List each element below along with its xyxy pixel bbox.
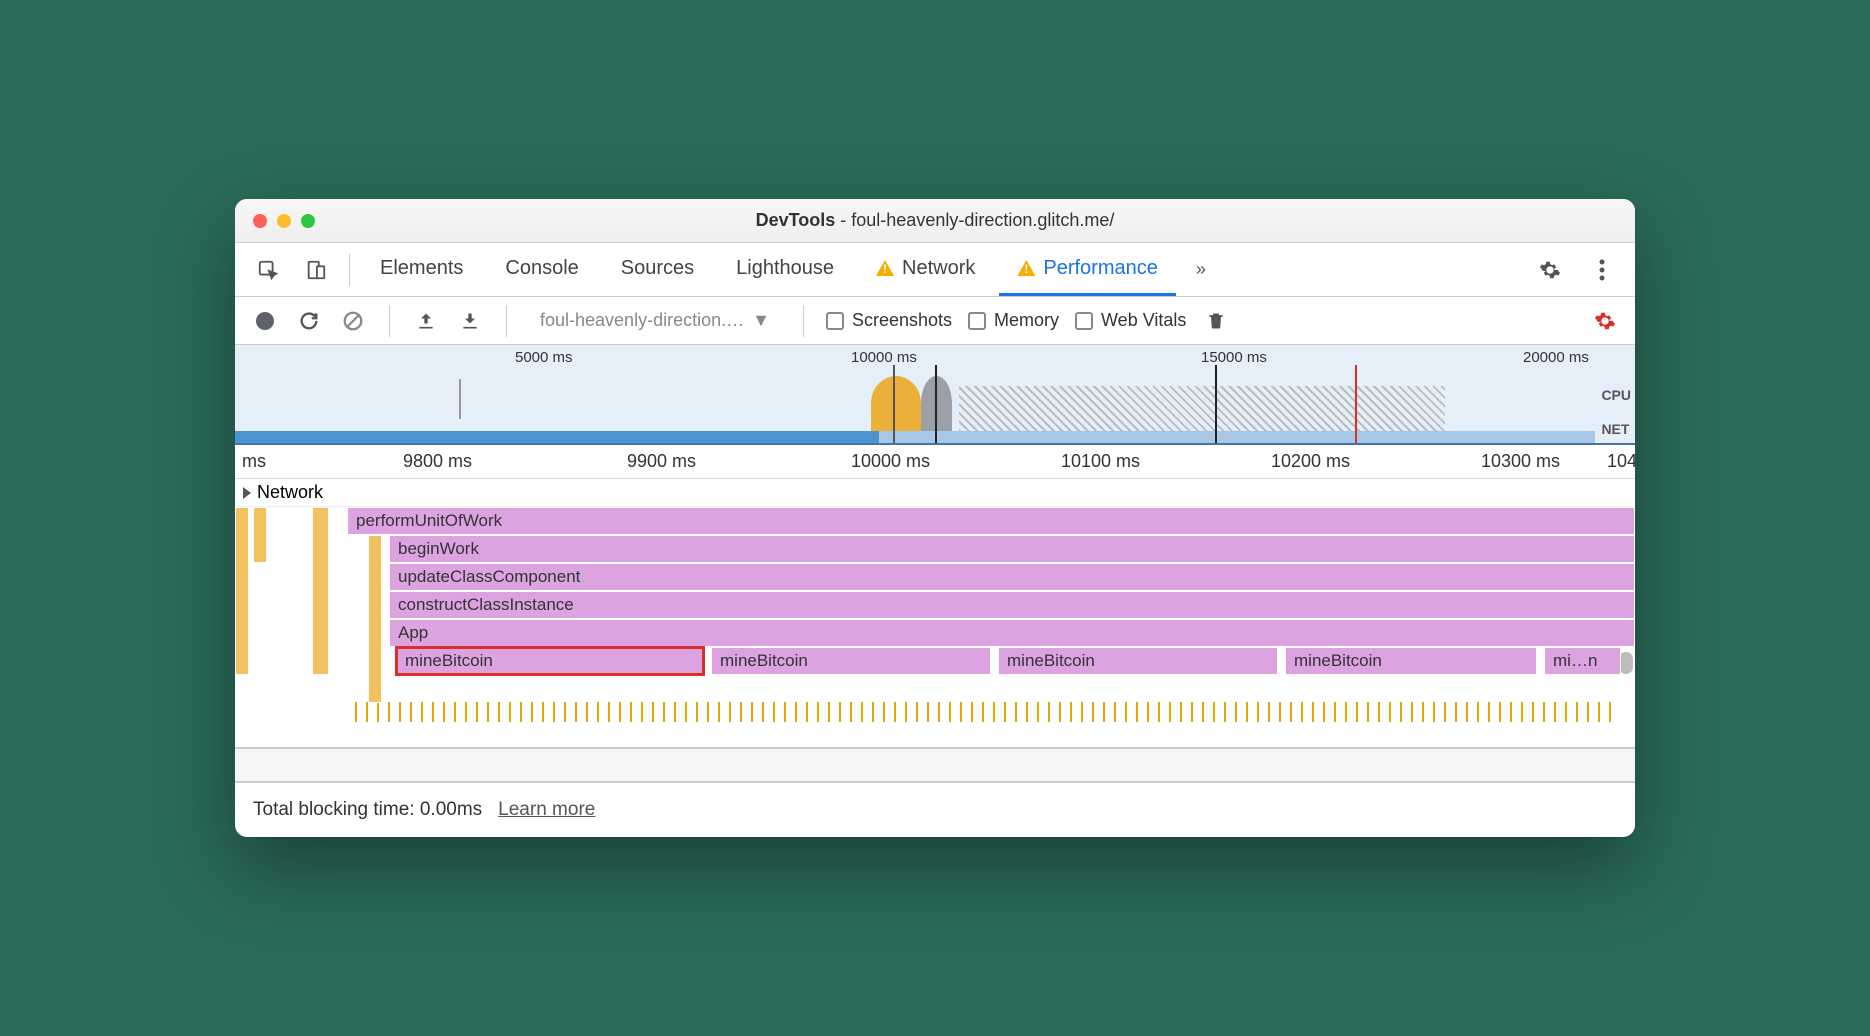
separator <box>506 305 507 337</box>
device-toggle-icon[interactable] <box>295 249 337 291</box>
minimize-window-icon[interactable] <box>277 214 291 228</box>
tab-console[interactable]: Console <box>487 243 596 296</box>
flame-chart[interactable]: performUnitOfWorkbeginWorkupdateClassCom… <box>235 507 1635 747</box>
overview-marker[interactable] <box>1355 365 1357 443</box>
flame-bar[interactable] <box>253 507 267 563</box>
learn-more-link[interactable]: Learn more <box>498 799 595 821</box>
flame-bar-minebitcoin[interactable]: mi…n <box>1544 647 1621 675</box>
ruler-tick: 10100 ms <box>1061 451 1140 472</box>
webvitals-checkbox[interactable]: Web Vitals <box>1075 310 1186 331</box>
kebab-menu-icon[interactable] <box>1581 249 1623 291</box>
footer-status: Total blocking time: 0.00ms Learn more <box>235 783 1635 837</box>
scrollbar-thumb[interactable] <box>1619 652 1633 674</box>
flame-bar[interactable] <box>312 507 329 675</box>
ruler-tick: 10300 ms <box>1481 451 1560 472</box>
performance-toolbar: foul-heavenly-direction.… ▼ Screenshots … <box>235 297 1635 345</box>
window-title: DevTools - foul-heavenly-direction.glitc… <box>756 210 1115 231</box>
flame-bar[interactable]: performUnitOfWork <box>347 507 1635 535</box>
tab-network[interactable]: Network <box>858 243 993 296</box>
overview-tick: 5000 ms <box>515 349 573 366</box>
separator <box>803 305 804 337</box>
memory-checkbox[interactable]: Memory <box>968 310 1059 331</box>
warning-icon <box>1017 260 1035 276</box>
overview-marker[interactable] <box>1215 365 1217 443</box>
settings-gear-icon[interactable] <box>1529 249 1571 291</box>
flame-bar-minebitcoin[interactable]: mineBitcoin <box>396 647 704 675</box>
chevron-down-icon: ▼ <box>752 310 770 331</box>
overview-tick: 15000 ms <box>1201 349 1267 366</box>
maximize-window-icon[interactable] <box>301 214 315 228</box>
window-controls <box>253 214 315 228</box>
flame-bar-minebitcoin[interactable]: mineBitcoin <box>1285 647 1537 675</box>
trash-button[interactable] <box>1202 307 1230 335</box>
ruler-tick: 10000 ms <box>851 451 930 472</box>
timeline-ruler[interactable]: ms 9800 ms 9900 ms 10000 ms 10100 ms 10200 ms… <box>235 445 1635 479</box>
timeline-overview[interactable]: 5000 ms 10000 ms 15000 ms 20000 ms CPU NET <box>235 345 1635 445</box>
cpu-lane-label: CPU <box>1601 387 1631 403</box>
tab-elements[interactable]: Elements <box>362 243 481 296</box>
download-button[interactable] <box>456 307 484 335</box>
capture-settings-icon[interactable] <box>1591 307 1619 335</box>
inspect-icon[interactable] <box>247 249 289 291</box>
flame-tick-marks <box>355 702 1615 722</box>
flame-bar[interactable]: updateClassComponent <box>389 563 1635 591</box>
ruler-tick: 9800 ms <box>403 451 472 472</box>
close-window-icon[interactable] <box>253 214 267 228</box>
ruler-tick: 10200 ms <box>1271 451 1350 472</box>
flame-bar-minebitcoin[interactable]: mineBitcoin <box>711 647 991 675</box>
expand-icon <box>243 487 251 499</box>
flame-bar[interactable]: beginWork <box>389 535 1635 563</box>
profile-selector[interactable]: foul-heavenly-direction.… ▼ <box>529 305 781 336</box>
panel-divider[interactable] <box>235 747 1635 783</box>
devtools-window: DevTools - foul-heavenly-direction.glitc… <box>235 199 1635 837</box>
network-section-header[interactable]: Network <box>235 479 1635 507</box>
overview-activity <box>347 366 1595 431</box>
separator <box>389 305 390 337</box>
screenshots-checkbox[interactable]: Screenshots <box>826 310 952 331</box>
flame-bar[interactable] <box>235 507 249 675</box>
record-button[interactable] <box>251 307 279 335</box>
overview-tick: 10000 ms <box>851 349 917 366</box>
ruler-tick: 104 <box>1607 451 1635 472</box>
overview-marker[interactable] <box>893 365 895 443</box>
warning-icon <box>876 260 894 276</box>
blocking-time-label: Total blocking time: 0.00ms <box>253 799 482 821</box>
upload-button[interactable] <box>412 307 440 335</box>
tab-sources[interactable]: Sources <box>603 243 712 296</box>
more-tabs-icon[interactable]: » <box>1182 259 1220 280</box>
tab-performance[interactable]: Performance <box>999 243 1176 296</box>
ruler-tick: 9900 ms <box>627 451 696 472</box>
tab-lighthouse[interactable]: Lighthouse <box>718 243 852 296</box>
ruler-tick: ms <box>242 451 266 472</box>
titlebar: DevTools - foul-heavenly-direction.glitc… <box>235 199 1635 243</box>
panel-tabs: Elements Console Sources Lighthouse Netw… <box>235 243 1635 297</box>
flame-bar[interactable]: App <box>389 619 1635 647</box>
flame-bar[interactable] <box>368 535 382 703</box>
overview-tick: 20000 ms <box>1523 349 1589 366</box>
reload-button[interactable] <box>295 307 323 335</box>
flame-bar[interactable]: constructClassInstance <box>389 591 1635 619</box>
clear-button[interactable] <box>339 307 367 335</box>
overview-marker[interactable] <box>935 365 937 443</box>
flame-bar-minebitcoin[interactable]: mineBitcoin <box>998 647 1278 675</box>
separator <box>349 254 350 286</box>
net-lane-label: NET <box>1601 421 1631 437</box>
